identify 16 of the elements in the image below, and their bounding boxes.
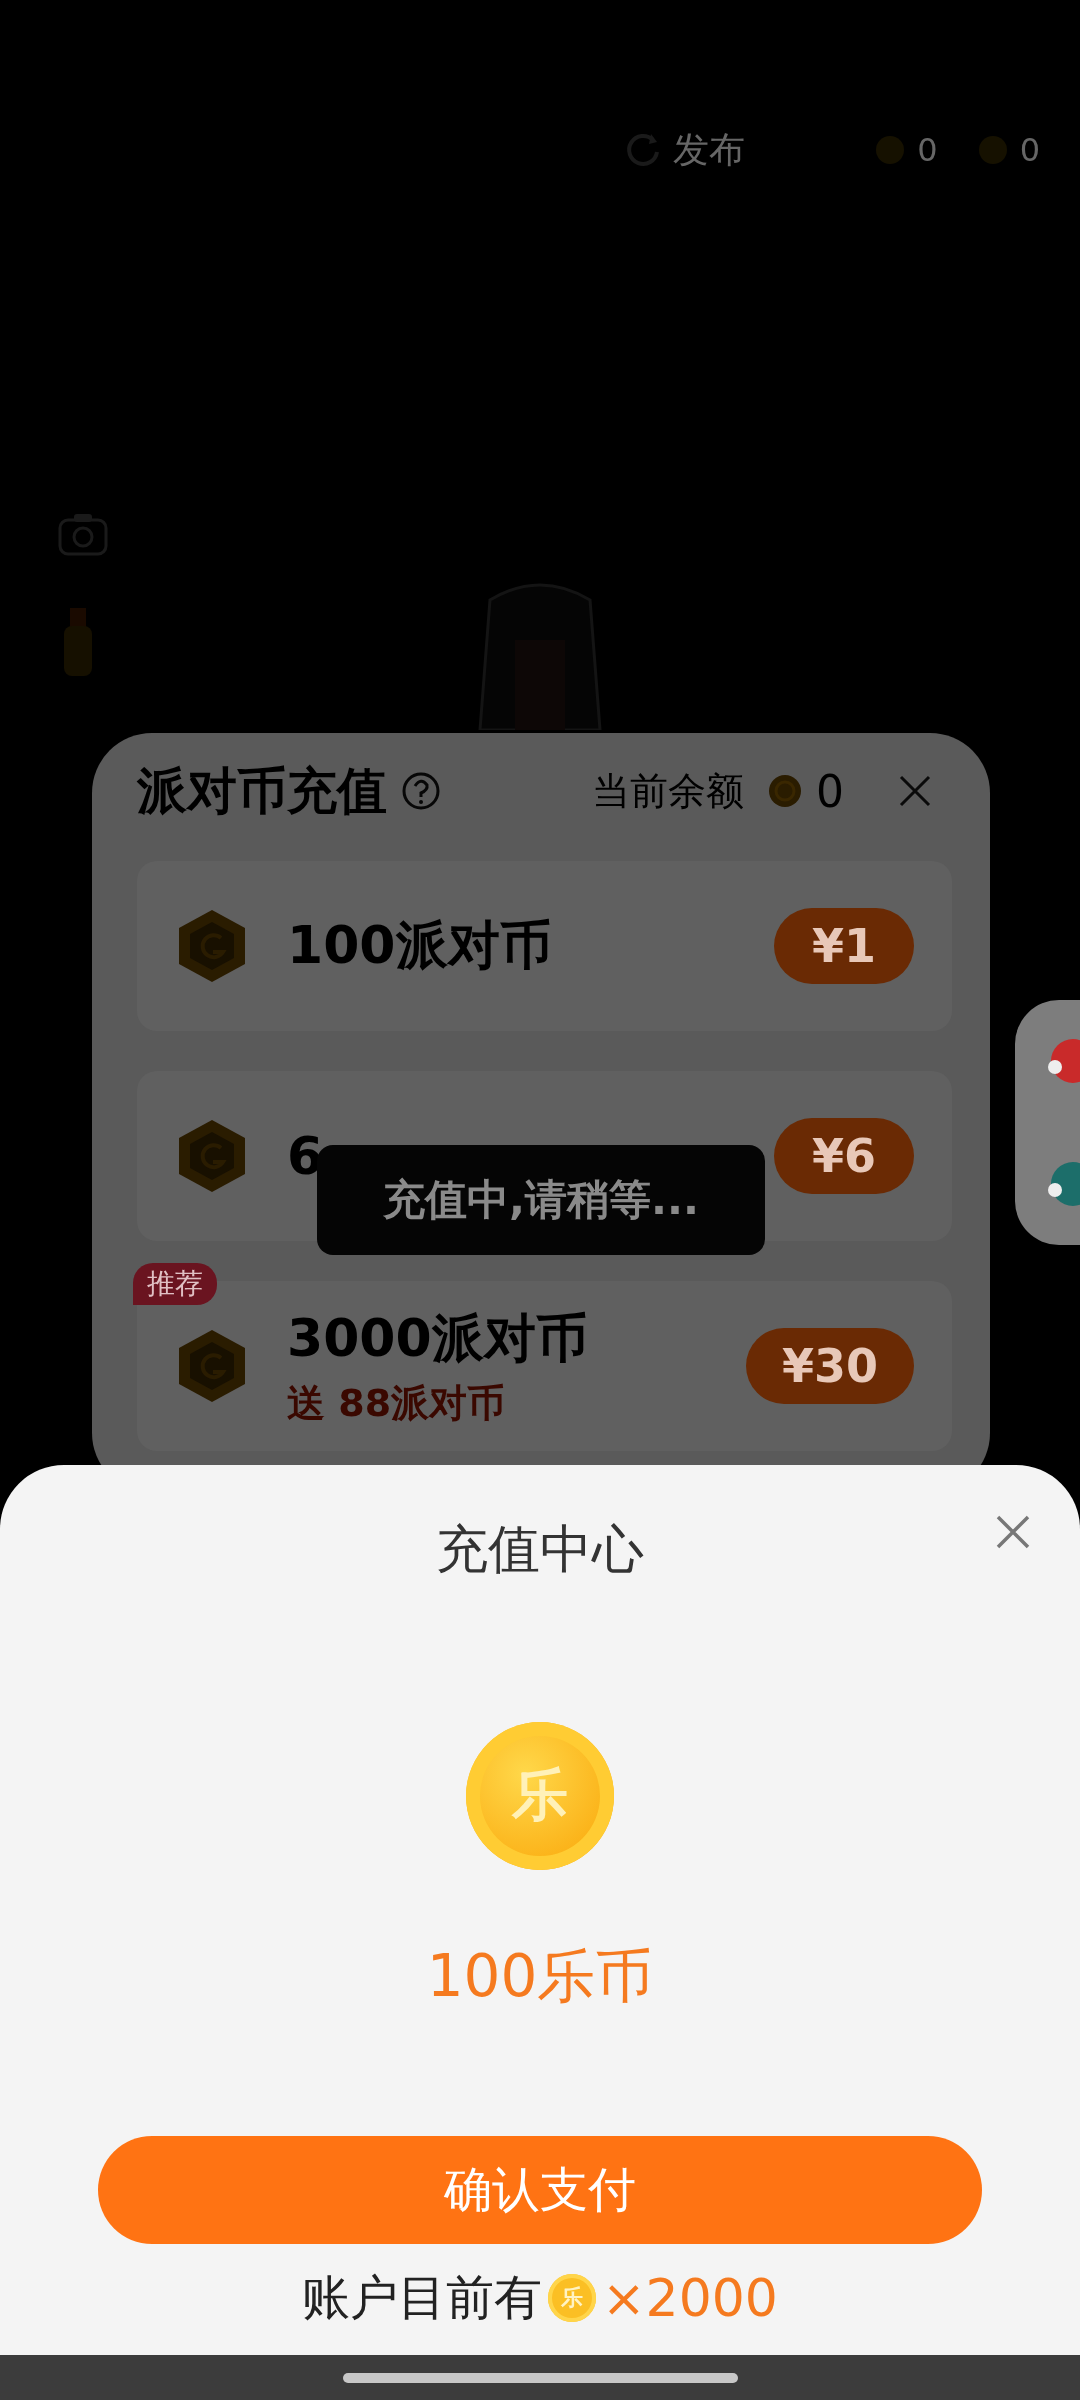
package-name: 100派对币 — [287, 914, 553, 977]
balance-text: 账户目前有 — [302, 2268, 543, 2327]
balance-amount: ×2000 — [602, 2268, 778, 2328]
coin-count: 0 — [1019, 131, 1040, 169]
recommend-badge: 推荐 — [133, 1263, 217, 1305]
coin-icon: 乐 — [466, 1722, 614, 1870]
balance-value: 0 — [816, 765, 844, 817]
dialog-title: 派对币充值 — [137, 760, 387, 822]
package-name: 3000派对币 — [287, 1306, 589, 1370]
loading-toast: 充值中,请稍等... — [317, 1145, 765, 1255]
coin-amount: 100乐币 — [426, 1941, 654, 2012]
balance-label: 当前余额 — [592, 767, 744, 815]
bonus-text: 送 88派对币 — [287, 1379, 507, 1427]
coin-icon: 乐 — [548, 2274, 597, 2322]
sheet-title: 充值中心 — [436, 1518, 644, 1581]
coin-count: 0 — [917, 131, 938, 169]
